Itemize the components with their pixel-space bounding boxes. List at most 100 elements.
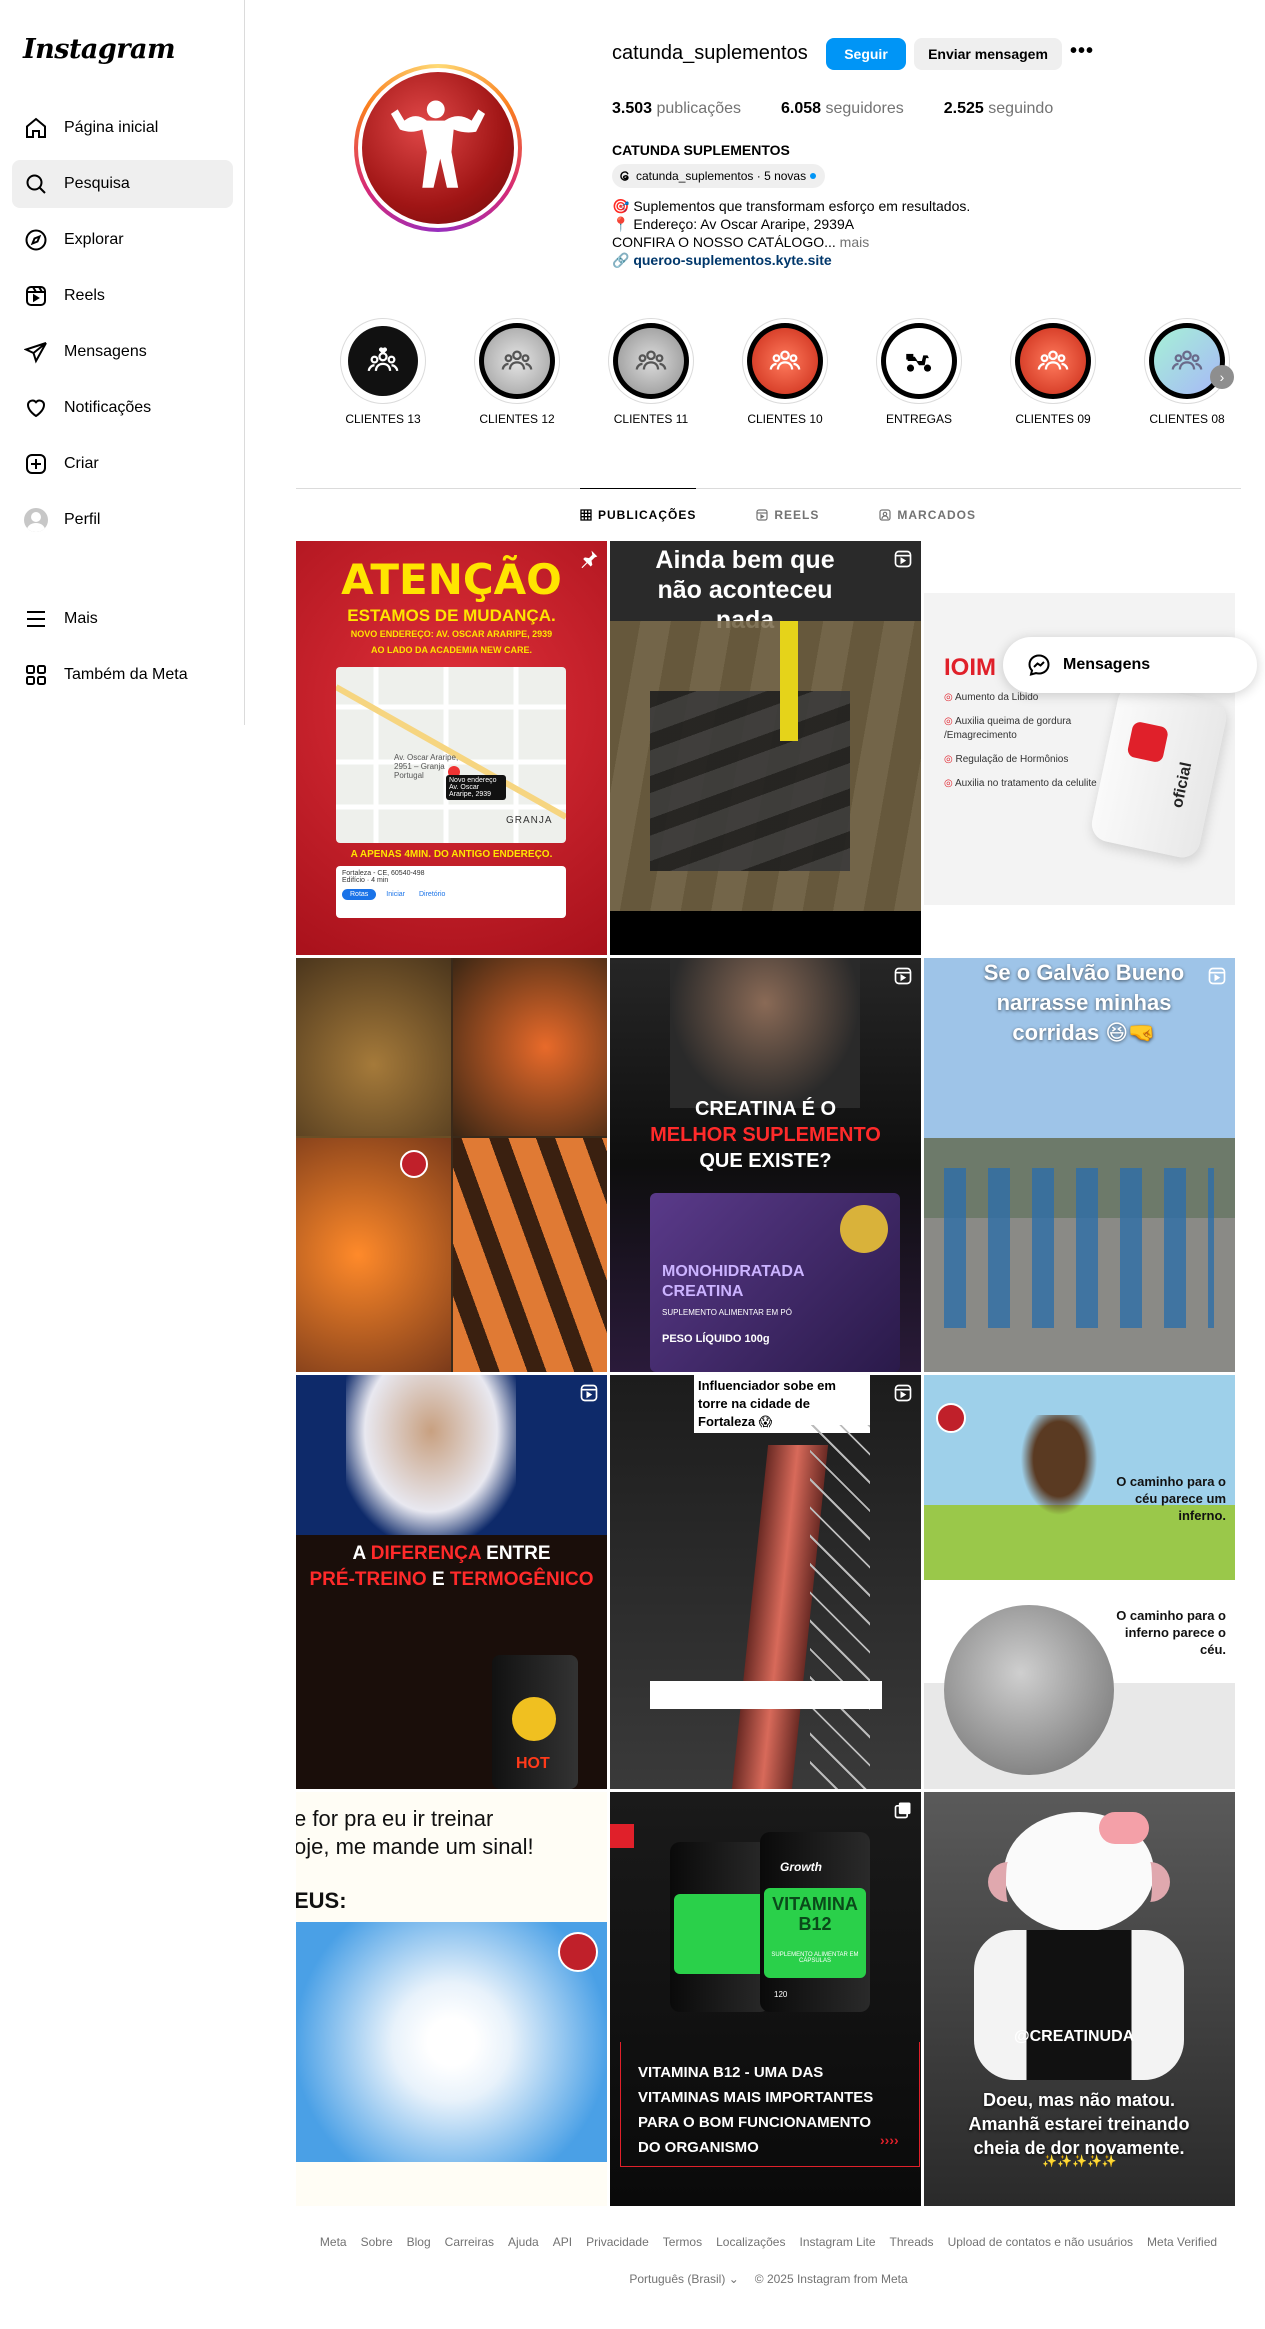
post-footnote: A APENAS 4MIN. DO ANTIGO ENDEREÇO. <box>350 849 553 860</box>
sidebar-item-messages[interactable]: Mensagens <box>12 328 233 376</box>
package-line: PESO LÍQUIDO 100g <box>662 1333 770 1345</box>
footer-link[interactable]: Upload de contatos e não usuários <box>948 2235 1133 2249</box>
highlight-label: CLIENTES 09 <box>1015 412 1091 426</box>
benefit-item: ◎ Auxilia queima de gordura /Emagrecimen… <box>944 716 1072 741</box>
post-tile[interactable]: IOIM ◎ Aumento da Libido ◎ Auxilia queim… <box>924 541 1235 955</box>
profile-username: catunda_suplementos <box>612 42 808 64</box>
highlight-clientes-13[interactable]: CLIENTES 13 <box>340 318 426 426</box>
tower-lattice <box>810 1425 870 1789</box>
footer-link[interactable]: Termos <box>663 2235 702 2249</box>
bottle-count: 120 <box>774 1990 788 1999</box>
package-line: MONOHIDRATADA <box>662 1263 805 1280</box>
posts-label: publicações <box>656 100 742 117</box>
people-icon <box>1037 350 1069 370</box>
footer-link[interactable]: API <box>553 2235 572 2249</box>
target-emoji-icon: 🎯 <box>612 198 630 214</box>
bio-more-link[interactable]: mais <box>840 234 870 250</box>
bio-line: CONFIRA O NOSSO CATÁLOGO... mais <box>612 234 870 250</box>
followers-stat[interactable]: 6.058 seguidores <box>781 100 904 118</box>
post-tile[interactable]: ATENÇÃO ESTAMOS DE MUDANÇA. NOVO ENDEREÇ… <box>296 541 607 955</box>
profile-picture[interactable] <box>354 64 522 232</box>
following-label: seguindo <box>988 100 1054 117</box>
follow-button[interactable]: Seguir <box>826 38 906 70</box>
post-tile[interactable]: Se o Galvão Bueno narrasse minhas corrid… <box>924 958 1235 1372</box>
footer-link[interactable]: Privacidade <box>586 2235 649 2249</box>
footer-link[interactable]: Instagram Lite <box>799 2235 875 2249</box>
sidebar-item-search[interactable]: Pesquisa <box>12 160 233 208</box>
post-tile[interactable]: Influenciador sobe em torre na cidade de… <box>610 1375 921 1789</box>
sidebar-item-profile[interactable]: Perfil <box>12 496 233 544</box>
pin-emoji-icon: 📍 <box>612 216 630 232</box>
profile-full-name: CATUNDA SUPLEMENTOS <box>612 142 790 158</box>
language-selector[interactable]: Português (Brasil) ⌄ <box>629 2272 738 2286</box>
sidebar-item-meta[interactable]: Também da Meta <box>12 651 233 699</box>
card-start-button: Iniciar <box>386 891 405 898</box>
post-brand: IOIM <box>944 654 996 681</box>
post-quote-top: O caminho para o céu parece um inferno. <box>1116 1474 1226 1523</box>
bottle-label: oficial <box>1169 760 1196 810</box>
sidebar-item-label: Pesquisa <box>64 175 130 192</box>
post-tile[interactable]: O caminho para o céu parece um inferno. … <box>924 1375 1235 1789</box>
sidebar-item-explore[interactable]: Explorar <box>12 216 233 264</box>
followers-count: 6.058 <box>781 100 822 117</box>
more-options-icon[interactable]: ••• <box>1070 40 1098 68</box>
footer-link[interactable]: Meta <box>320 2235 347 2249</box>
messages-floating-button[interactable]: Mensagens <box>1003 637 1257 693</box>
post-tile[interactable]: Ainda bem que não aconteceu nada <box>610 541 921 955</box>
reel-icon <box>894 967 912 985</box>
bodybuilder-icon <box>390 100 486 188</box>
card-directory-button: Diretório <box>418 891 446 898</box>
sidebar-item-home[interactable]: Página inicial <box>12 104 233 152</box>
new-indicator-dot <box>810 173 817 179</box>
reels-icon <box>26 286 46 306</box>
tab-label: MARCADOS <box>897 508 977 522</box>
bio-website-link[interactable]: queroo-suplementos.kyte.site <box>633 252 831 268</box>
post-address-note: AO LADO DA ACADEMIA NEW CARE. <box>371 645 532 655</box>
post-tile[interactable] <box>296 958 607 1372</box>
highlight-clientes-09[interactable]: CLIENTES 09 <box>1010 318 1096 426</box>
post-tile[interactable]: e for pra eu ir treinar oje, me mande um… <box>296 1792 607 2206</box>
footer-links: Meta Sobre Blog Carreiras Ajuda API Priv… <box>296 2235 1241 2249</box>
send-message-button[interactable]: Enviar mensagem <box>914 38 1062 70</box>
highlight-clientes-11[interactable]: CLIENTES 11 <box>608 318 694 426</box>
following-stat[interactable]: 2.525 seguindo <box>944 100 1053 118</box>
highlight-clientes-10[interactable]: CLIENTES 10 <box>742 318 828 426</box>
sidebar-item-reels[interactable]: Reels <box>12 272 233 320</box>
highlight-label: CLIENTES 13 <box>345 412 421 426</box>
footer-link[interactable]: Blog <box>407 2235 431 2249</box>
threads-icon <box>620 171 629 181</box>
posts-count: 3.503 <box>612 100 653 117</box>
tab-tagged[interactable]: MARCADOS <box>879 489 976 541</box>
highlight-clientes-12[interactable]: CLIENTES 12 <box>474 318 560 426</box>
menu-icon <box>27 611 45 627</box>
highlight-entregas[interactable]: ENTREGAS <box>876 318 962 426</box>
footer-link[interactable]: Localizações <box>716 2235 785 2249</box>
arrows-icon: ›››› <box>880 2132 899 2148</box>
post-tile[interactable]: A DIFERENÇA ENTRE PRÉ-TREINO E TERMOGÊNI… <box>296 1375 607 1789</box>
tab-posts[interactable]: PUBLICAÇÕES <box>580 488 697 540</box>
post-address: NOVO ENDEREÇO: AV. OSCAR ARARIPE, 2939 <box>350 629 553 639</box>
footer-link[interactable]: Threads <box>890 2235 934 2249</box>
people-icon <box>769 350 801 370</box>
footer-link[interactable]: Ajuda <box>508 2235 539 2249</box>
tab-reels[interactable]: REELS <box>756 489 819 541</box>
sidebar-item-notifications[interactable]: Notificações <box>12 384 233 432</box>
threads-badge[interactable]: catunda_suplementos · 5 novas <box>612 164 826 188</box>
post-caption-line: EUS: <box>296 1888 347 1913</box>
post-tile[interactable]: CREATINA É O MELHOR SUPLEMENTO QUE EXIST… <box>610 958 921 1372</box>
post-tile[interactable]: Growth VITAMINA B12 SUPLEMENTO ALIMENTAR… <box>610 1792 921 2206</box>
instagram-logo[interactable]: Instagram <box>23 34 176 65</box>
footer-link[interactable]: Sobre <box>361 2235 393 2249</box>
highlights-next-arrow-icon[interactable]: › <box>1210 365 1234 389</box>
footer-link[interactable]: Meta Verified <box>1147 2235 1217 2249</box>
seal-badge-icon <box>840 1205 888 1253</box>
runners-image <box>944 1168 1214 1328</box>
post-tile[interactable]: @CREATINUDA Doeu, mas não matou. Amanhã … <box>924 1792 1235 2206</box>
sidebar-item-more[interactable]: Mais <box>12 595 233 643</box>
footer-link[interactable]: Carreiras <box>445 2235 494 2249</box>
messages-floating-label: Mensagens <box>1063 656 1151 673</box>
post-quote-bottom: O caminho para o inferno parece o céu. <box>1116 1608 1226 1657</box>
sidebar-item-create[interactable]: Criar <box>12 440 233 488</box>
compass-icon <box>25 229 47 251</box>
card-line: Fortaleza - CE, 60540-498 <box>342 870 425 877</box>
